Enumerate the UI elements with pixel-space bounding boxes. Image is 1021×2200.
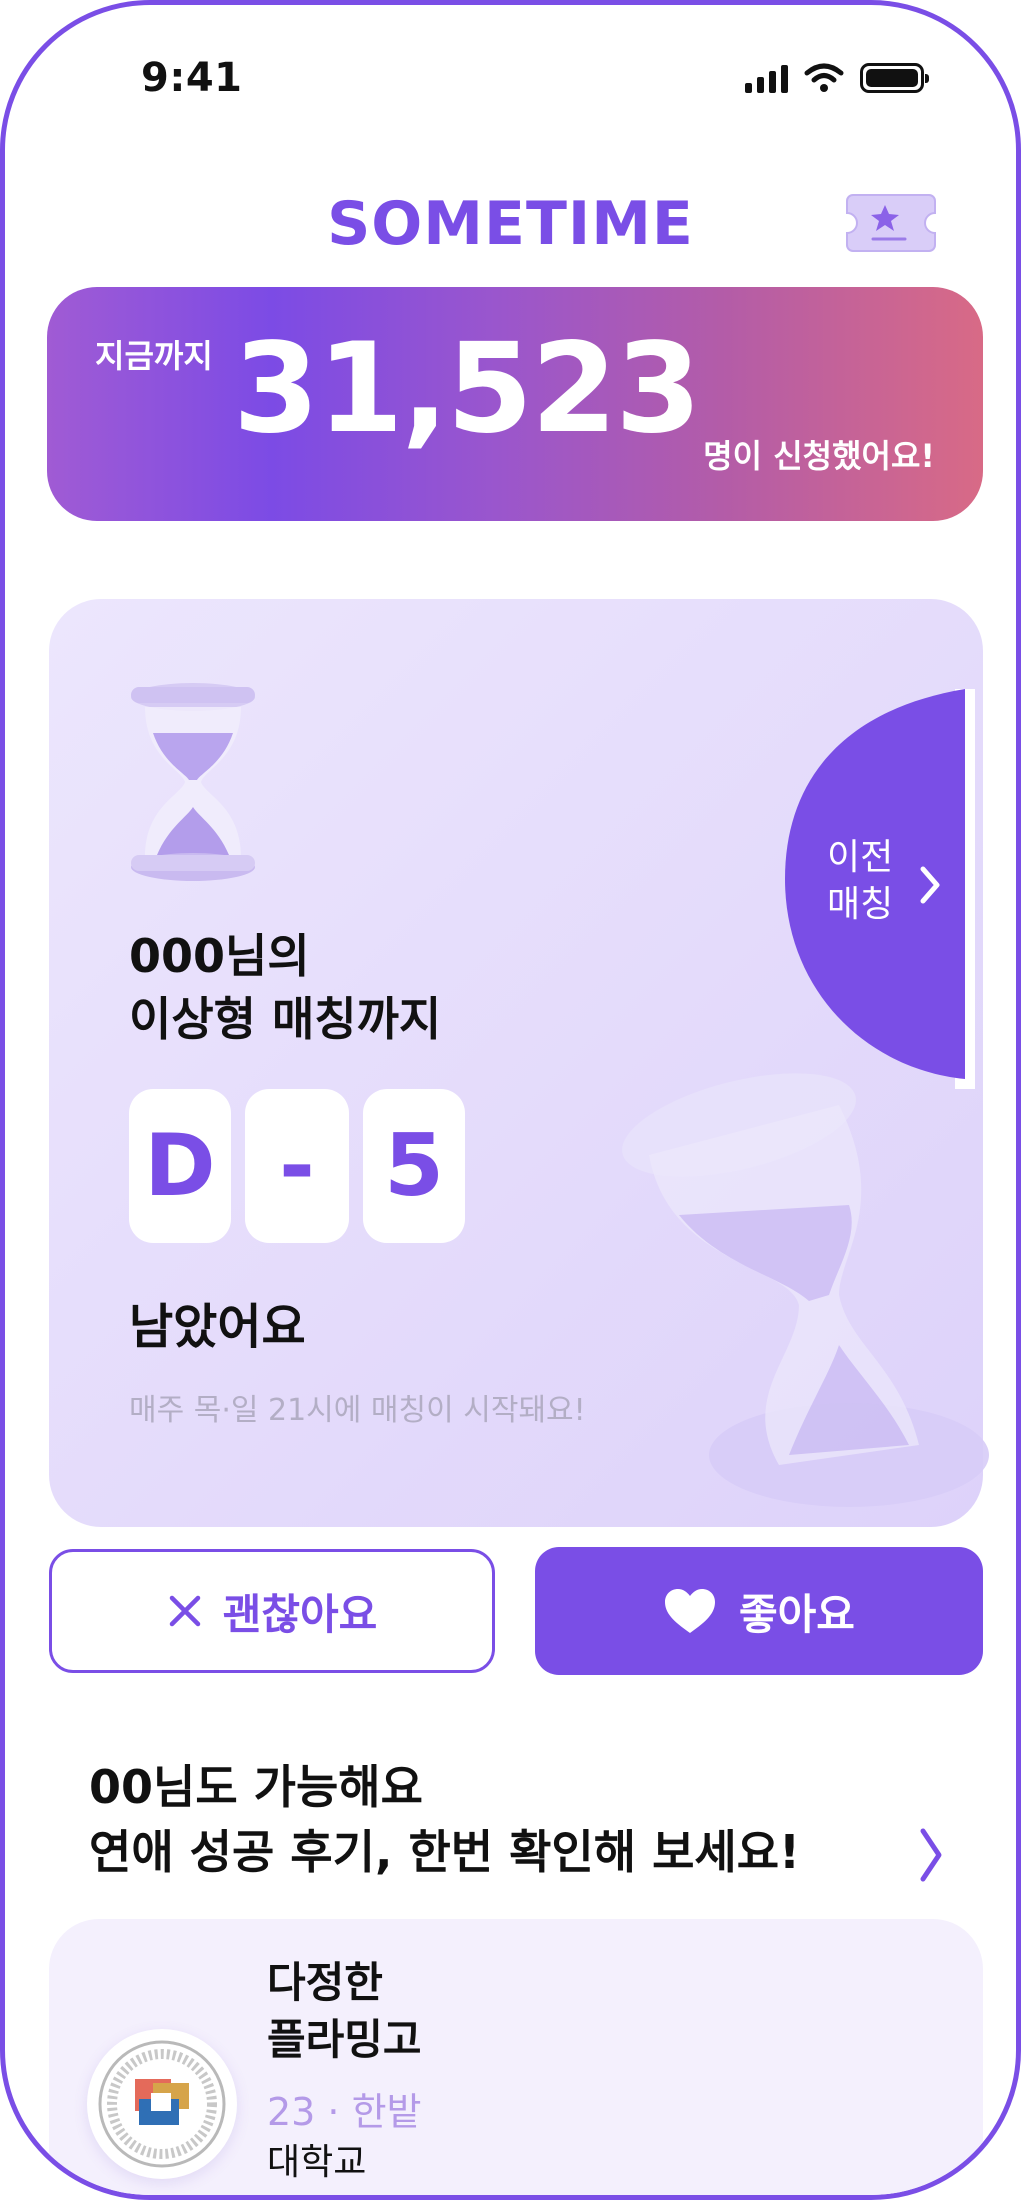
hourglass-decoration-icon — [622, 1073, 989, 1507]
dday-letter-box: D — [129, 1089, 231, 1243]
review-section-heading: 00님도 가능해요 연애 성공 후기, 한번 확인해 보세요! — [89, 1755, 800, 1886]
battery-icon — [860, 63, 929, 93]
phone-frame: 9:41 SOMETIME 지금까지 31,523 명이 신청했어요! 이전 매… — [0, 0, 1021, 2200]
star-ticket-icon — [846, 194, 936, 252]
wifi-icon — [804, 63, 844, 92]
previous-match-label-line2: 매칭 — [827, 883, 894, 925]
match-title-line1: 000님의 — [129, 929, 310, 983]
counter-prefix: 지금까지 — [95, 337, 213, 375]
pass-button[interactable]: 괜찮아요 — [49, 1549, 495, 1673]
university-seal-avatar — [87, 2029, 237, 2179]
review-heading-line2: 연애 성공 후기, 한번 확인해 보세요! — [89, 1825, 801, 1880]
university-seal-icon — [98, 2040, 226, 2168]
review-heading-line1: 00님도 가능해요 — [89, 1760, 423, 1814]
status-icons — [745, 63, 929, 93]
counter-number: 31,523 — [233, 317, 702, 461]
remaining-text: 남았어요 — [129, 1299, 306, 1355]
like-button[interactable]: 좋아요 — [535, 1547, 983, 1675]
match-title-line2: 이상형 매칭까지 — [129, 992, 442, 1047]
review-nickname-line1: 다정한 — [267, 1958, 383, 2007]
previous-match-label[interactable]: 이전 매칭 — [827, 835, 893, 929]
status-time: 9:41 — [141, 55, 243, 101]
applicant-counter-banner: 지금까지 31,523 명이 신청했어요! — [47, 287, 983, 521]
like-button-label: 좋아요 — [739, 1589, 855, 1639]
close-icon — [169, 1595, 200, 1627]
heart-icon — [665, 1589, 716, 1633]
cellular-signal-icon — [745, 63, 788, 93]
ticket-button[interactable] — [843, 189, 939, 257]
review-age-region: 23 · 한밭 — [267, 2090, 422, 2134]
review-nickname-line2: 플라밍고 — [267, 2014, 422, 2064]
schedule-note: 매주 목·일 21시에 매칭이 시작돼요! — [129, 1393, 586, 1428]
hourglass-icon — [131, 683, 255, 881]
dday-number-box: 5 — [363, 1089, 465, 1243]
previous-match-label-line1: 이전 — [827, 837, 894, 878]
pass-button-label: 괜찮아요 — [222, 1589, 378, 1639]
counter-suffix: 명이 신청했어요! — [703, 437, 935, 475]
review-nickname: 다정한 플라밍고 — [267, 1955, 422, 2068]
review-school: 대학교 — [267, 2142, 367, 2183]
chevron-right-icon[interactable] — [919, 865, 941, 905]
chevron-right-icon[interactable] — [917, 1827, 945, 1883]
match-title: 000님의 이상형 매칭까지 — [129, 925, 441, 1051]
dday-counter: D - 5 — [129, 1089, 465, 1243]
dday-dash-box: - — [245, 1089, 349, 1243]
